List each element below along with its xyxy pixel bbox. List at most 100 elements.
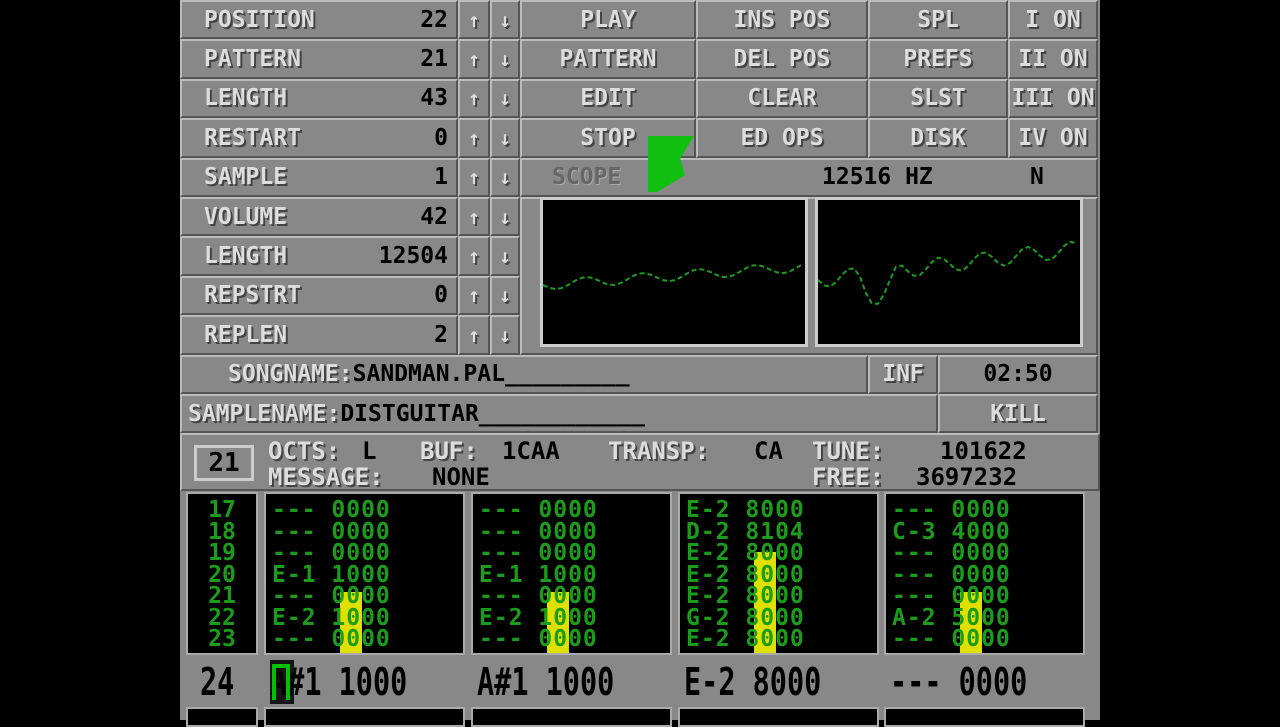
position-label: POSITION bbox=[204, 6, 315, 33]
restart-field: RESTART 0 bbox=[180, 118, 458, 158]
volume-down-button[interactable]: ↓ bbox=[490, 197, 520, 237]
row-number-column: 17 18 19 20 21 22 23 bbox=[186, 492, 258, 655]
position-up-button[interactable]: ↑ bbox=[458, 0, 490, 40]
sample-down-button[interactable]: ↓ bbox=[490, 157, 520, 197]
arrow-down-icon: ↓ bbox=[498, 7, 512, 32]
edit-button[interactable]: EDIT bbox=[520, 78, 696, 119]
button-label: ED OPS bbox=[740, 124, 824, 151]
position-value[interactable]: 22 bbox=[420, 7, 448, 33]
iv-on-button[interactable]: IV ON bbox=[1008, 118, 1098, 158]
pattern-button[interactable]: PATTERN bbox=[520, 39, 696, 79]
waveform bbox=[542, 264, 802, 291]
volume-value[interactable]: 42 bbox=[420, 204, 448, 230]
current-row-cell[interactable]: E-2 8000 bbox=[684, 657, 821, 707]
replen-value[interactable]: 2 bbox=[434, 322, 448, 348]
button-label: SLST bbox=[910, 85, 966, 112]
spl-button[interactable]: SPL bbox=[868, 0, 1008, 40]
ed-ops-button[interactable]: ED OPS bbox=[696, 118, 868, 158]
replen-field: REPLEN 2 bbox=[180, 315, 458, 355]
del-pos-button[interactable]: DEL POS bbox=[696, 39, 868, 79]
arrow-up-icon: ↑ bbox=[467, 244, 481, 269]
channel-1[interactable]: --- 0000 --- 0000 --- 0000 E-1 1000 --- 0000… bbox=[264, 492, 465, 655]
button-label: DEL POS bbox=[733, 46, 831, 73]
button-label: DISK bbox=[910, 124, 966, 151]
pattern-up-button[interactable]: ↑ bbox=[458, 39, 490, 79]
restart-down-button[interactable]: ↓ bbox=[490, 118, 520, 158]
position-down-button[interactable]: ↓ bbox=[490, 0, 520, 40]
inf-label: INF bbox=[882, 361, 924, 388]
inf-button[interactable]: INF bbox=[868, 354, 938, 394]
sample-up-button[interactable]: ↑ bbox=[458, 157, 490, 197]
arrow-up-icon: ↑ bbox=[467, 7, 481, 32]
pattern-number: 21 bbox=[208, 448, 240, 478]
restart-up-button[interactable]: ↑ bbox=[458, 118, 490, 158]
pattern-field: PATTERN 21 bbox=[180, 39, 458, 79]
channel-2[interactable]: --- 0000 --- 0000 --- 0000 E-1 1000 --- 0000… bbox=[471, 492, 672, 655]
button-label: PREFS bbox=[903, 46, 973, 73]
repstrt-label: REPSTRT bbox=[204, 282, 301, 309]
ii-on-button[interactable]: II ON bbox=[1008, 39, 1098, 79]
arrow-up-icon: ↑ bbox=[467, 125, 481, 150]
transp-value: CA bbox=[754, 437, 783, 465]
buf-value: 1CAA bbox=[502, 437, 560, 465]
restart-label: RESTART bbox=[204, 124, 301, 151]
free-value: 3697232 bbox=[916, 463, 1018, 491]
length-down-button[interactable]: ↓ bbox=[490, 78, 520, 119]
pattern-cell[interactable]: E-2 8000 bbox=[680, 628, 877, 651]
repstrt-value[interactable]: 0 bbox=[434, 282, 448, 308]
channel-3[interactable]: E-2 8000 D-2 8104 E-2 8000 E-2 8000 E-2 8000… bbox=[678, 492, 879, 655]
current-row-cell[interactable]: A#1 1000 bbox=[477, 657, 614, 707]
length-value[interactable]: 12504 bbox=[379, 243, 448, 269]
arrow-up-icon: ↑ bbox=[467, 204, 481, 229]
protracker-screen: POSITION 22 ↑ ↓ PATTERN 21 ↑ ↓ LENGTH 43 ↑ ↓ RESTART… bbox=[180, 0, 1100, 727]
play-button[interactable]: PLAY bbox=[520, 0, 696, 40]
replen-label: REPLEN bbox=[204, 321, 288, 348]
button-label: SPL bbox=[917, 6, 959, 33]
info-panel: 21 OCTS: L BUF: 1CAA TRANSP: CA TUNE: 101622 MESS… bbox=[180, 433, 1100, 491]
replen-down-button[interactable]: ↓ bbox=[490, 315, 520, 355]
channel-4[interactable]: --- 0000 C-3 4000 --- 0000 --- 0000 --- 0000… bbox=[884, 492, 1085, 655]
songname-field[interactable]: SONGNAME: SANDMAN.PAL_________ bbox=[180, 354, 868, 394]
arrow-up-icon: ↑ bbox=[467, 283, 481, 308]
length-value[interactable]: 43 bbox=[420, 85, 448, 111]
current-row-cell[interactable]: --- 0000 bbox=[890, 657, 1027, 707]
samplename-field[interactable]: SAMPLENAME: DISTGUITAR____________ bbox=[180, 394, 938, 434]
disk-button[interactable]: DISK bbox=[868, 118, 1008, 158]
octs-value: L bbox=[362, 437, 377, 465]
button-label: IV ON bbox=[1018, 124, 1088, 151]
volume-up-button[interactable]: ↑ bbox=[458, 197, 490, 237]
button-label: PLAY bbox=[580, 6, 636, 33]
arrow-down-icon: ↓ bbox=[498, 125, 512, 150]
button-label: II ON bbox=[1018, 46, 1088, 73]
scope-label[interactable]: SCOPE bbox=[552, 164, 621, 190]
length-up-button[interactable]: ↑ bbox=[458, 236, 490, 276]
restart-value[interactable]: 0 bbox=[434, 125, 448, 151]
button-label: III ON bbox=[1011, 85, 1095, 112]
repstrt-up-button[interactable]: ↑ bbox=[458, 275, 490, 316]
next-row-partial bbox=[471, 707, 672, 727]
length-up-button[interactable]: ↑ bbox=[458, 78, 490, 119]
pattern-cell[interactable]: --- 0000 bbox=[266, 628, 463, 651]
pattern-cell[interactable]: --- 0000 bbox=[473, 628, 670, 651]
pattern-down-button[interactable]: ↓ bbox=[490, 39, 520, 79]
repstrt-down-button[interactable]: ↓ bbox=[490, 275, 520, 316]
next-row-partial bbox=[186, 707, 258, 727]
sample-value[interactable]: 1 bbox=[434, 164, 448, 190]
cursor-glyph-highlight bbox=[272, 664, 290, 700]
prefs-button[interactable]: PREFS bbox=[868, 39, 1008, 79]
time-value: 02:50 bbox=[983, 361, 1053, 388]
button-label: I ON bbox=[1025, 6, 1081, 33]
kill-button[interactable]: KILL bbox=[938, 394, 1098, 434]
arrow-down-icon: ↓ bbox=[498, 322, 512, 347]
replen-up-button[interactable]: ↑ bbox=[458, 315, 490, 355]
length-down-button[interactable]: ↓ bbox=[490, 236, 520, 276]
slst-button[interactable]: SLST bbox=[868, 78, 1008, 119]
message-value: NONE bbox=[432, 463, 490, 491]
i-on-button[interactable]: I ON bbox=[1008, 0, 1098, 40]
free-label: FREE: bbox=[812, 463, 885, 491]
pattern-value[interactable]: 21 bbox=[420, 46, 448, 72]
iii-on-button[interactable]: III ON bbox=[1008, 78, 1098, 119]
pattern-cell[interactable]: --- 0000 bbox=[886, 628, 1083, 651]
ins-pos-button[interactable]: INS POS bbox=[696, 0, 868, 40]
clear-button[interactable]: CLEAR bbox=[696, 78, 868, 119]
